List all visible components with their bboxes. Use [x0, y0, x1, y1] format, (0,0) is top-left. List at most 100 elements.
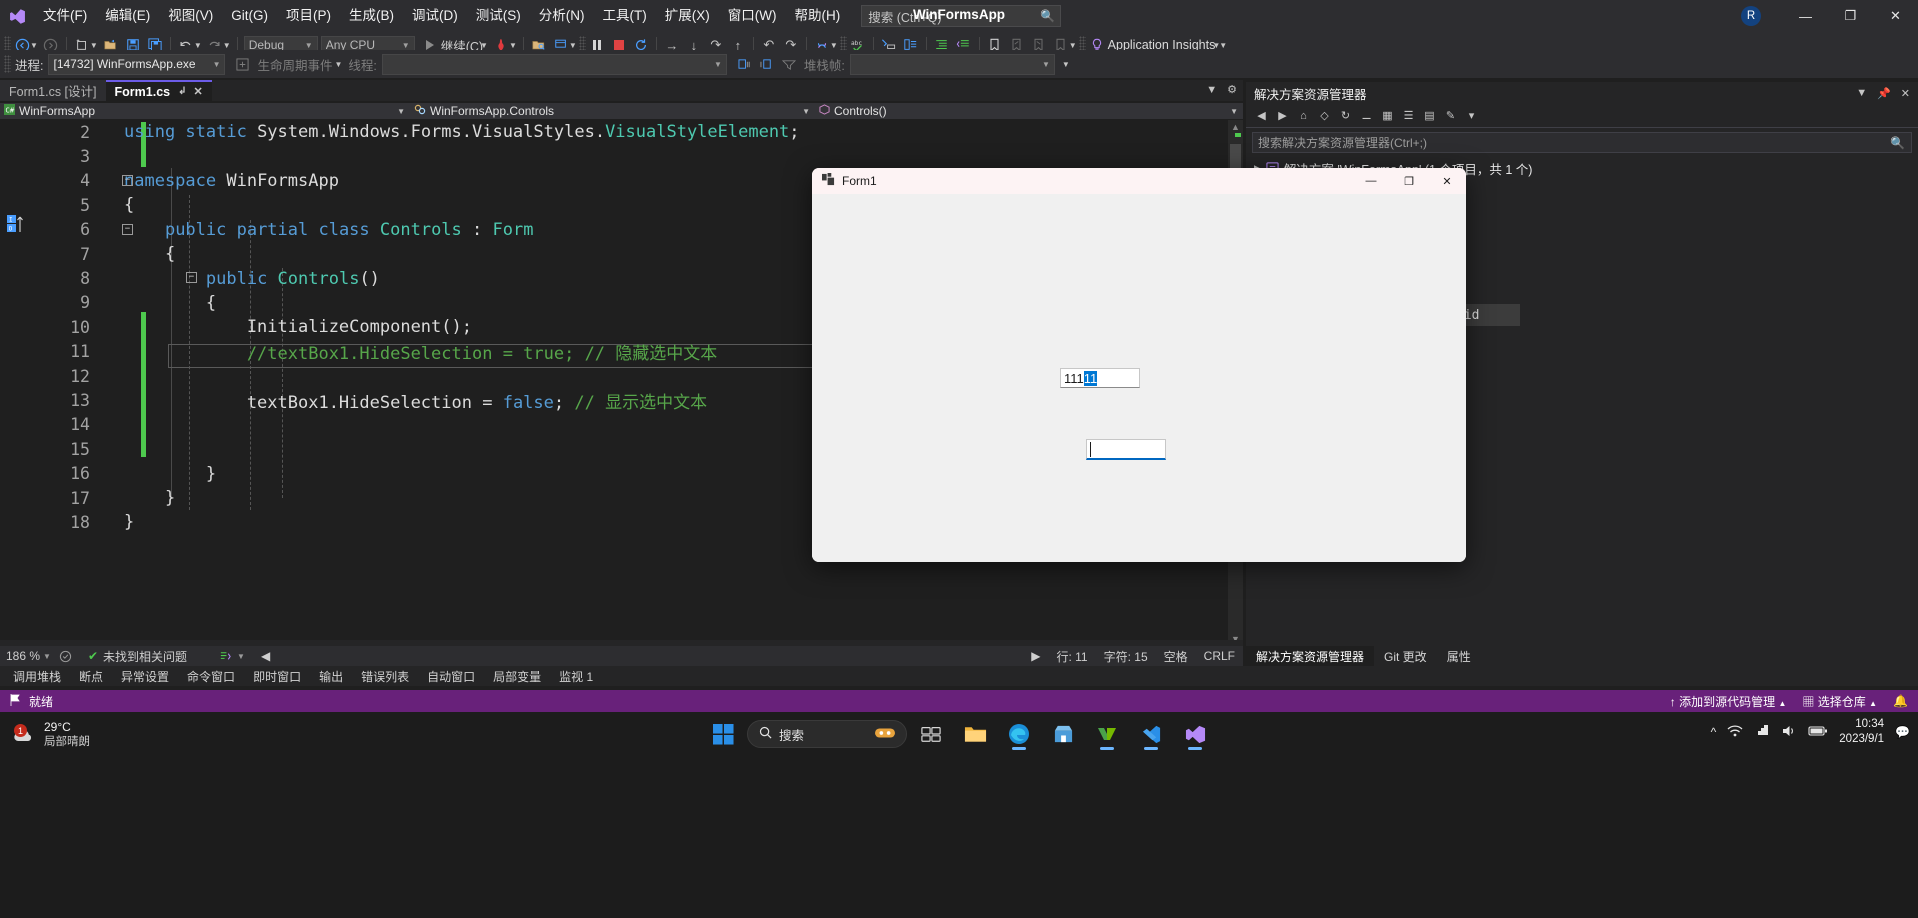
- glyph-margin[interactable]: I O: [0, 120, 34, 646]
- toolbar-overflow-icon[interactable]: ▼: [1219, 41, 1227, 50]
- avatar[interactable]: R: [1741, 6, 1761, 26]
- panel-tab-error-list[interactable]: 错误列表: [352, 666, 418, 687]
- pin-icon[interactable]: 📌: [1877, 87, 1891, 100]
- stack-frame-next-icon[interactable]: [734, 53, 756, 75]
- edge-button[interactable]: [999, 716, 1039, 752]
- menu-git[interactable]: Git(G): [222, 4, 277, 28]
- task-view-button[interactable]: [911, 716, 951, 752]
- taskbar-search-input[interactable]: 搜索: [747, 720, 907, 748]
- footer-tab-solution-explorer[interactable]: 解决方案资源管理器: [1246, 646, 1375, 666]
- tray-expand-icon[interactable]: ^: [1711, 725, 1717, 739]
- menu-file[interactable]: 文件(F): [34, 4, 96, 28]
- wifi-icon[interactable]: [1727, 724, 1743, 741]
- visual-studio-button[interactable]: [1175, 716, 1215, 752]
- home-icon[interactable]: ⌂: [1294, 106, 1313, 125]
- panel-tab-locals[interactable]: 局部变量: [484, 666, 550, 687]
- navbar-project-select[interactable]: C# WinFormsApp ▼: [0, 103, 410, 119]
- chevron-down-icon[interactable]: ▼: [1856, 87, 1867, 100]
- hot-reload-dropdown-icon[interactable]: ▼: [509, 41, 517, 50]
- bookmark-dropdown-icon[interactable]: ▼: [1069, 41, 1077, 50]
- view-select-icon[interactable]: ▤: [1420, 106, 1439, 125]
- volume-icon[interactable]: [1781, 724, 1797, 741]
- menu-tools[interactable]: 工具(T): [594, 4, 656, 28]
- show-all-files-icon[interactable]: ▦: [1378, 106, 1397, 125]
- panel-tab-autos[interactable]: 自动窗口: [418, 666, 484, 687]
- issue-navigation-icon[interactable]: [51, 650, 80, 663]
- menu-edit[interactable]: 编辑(E): [96, 4, 159, 28]
- continue-dropdown-icon[interactable]: ▼: [480, 41, 488, 50]
- panel-tab-output[interactable]: 输出: [310, 666, 352, 687]
- intellicode-dropdown-icon[interactable]: ▼: [830, 41, 838, 50]
- form1-close-button[interactable]: ✕: [1428, 168, 1466, 194]
- network-icon[interactable]: [1754, 724, 1770, 741]
- form1-title-bar[interactable]: Form1 — ❐ ✕: [812, 168, 1466, 194]
- notifications-icon[interactable]: 🔔: [1893, 694, 1908, 708]
- layout-dropdown-icon[interactable]: ▼: [569, 41, 577, 50]
- footer-tab-git-changes[interactable]: Git 更改: [1374, 646, 1437, 666]
- tab-form1-designer[interactable]: Form1.cs [设计]: [0, 80, 106, 101]
- menu-window[interactable]: 窗口(W): [719, 4, 786, 28]
- debug-toolbar-overflow-icon[interactable]: ▼: [1062, 60, 1070, 69]
- fold-toggle-icon[interactable]: −: [122, 223, 133, 235]
- stack-frame-filter-icon[interactable]: [778, 53, 800, 75]
- menu-analyze[interactable]: 分析(N): [530, 4, 594, 28]
- code-line-2[interactable]: 2 using static System.Windows.Forms.Visu…: [34, 120, 1243, 144]
- lifecycle-events-label[interactable]: 生命周期事件: [257, 55, 332, 74]
- pin-icon[interactable]: ↲: [178, 86, 186, 97]
- stack-frame-prev-icon[interactable]: [756, 53, 778, 75]
- close-icon[interactable]: ✕: [194, 85, 203, 98]
- start-button[interactable]: [703, 716, 743, 752]
- panel-tab-exception-settings[interactable]: 异常设置: [112, 666, 178, 687]
- form1-minimize-button[interactable]: —: [1352, 168, 1390, 194]
- battery-icon[interactable]: [1808, 725, 1828, 740]
- preview-selected-icon[interactable]: ✎: [1441, 106, 1460, 125]
- inheritance-margin-icon[interactable]: I O: [6, 214, 26, 234]
- nvidia-button[interactable]: [1087, 716, 1127, 752]
- minimize-button[interactable]: —: [1783, 0, 1828, 32]
- collapse-all-icon[interactable]: ⚊: [1357, 106, 1376, 125]
- weather-widget[interactable]: 1 29°C 局部晴朗: [10, 720, 90, 750]
- tab-form1-code[interactable]: Form1.cs ↲ ✕: [105, 80, 212, 101]
- menu-project[interactable]: 项目(P): [277, 4, 340, 28]
- menu-debug[interactable]: 调试(D): [403, 4, 467, 28]
- pending-changes-icon[interactable]: ◇: [1315, 106, 1334, 125]
- navbar-member-select[interactable]: Controls() ▼: [815, 103, 1243, 119]
- vscode-button[interactable]: [1131, 716, 1171, 752]
- stack-frame-select[interactable]: ▼: [849, 53, 1055, 75]
- form1-window[interactable]: Form1 — ❐ ✕ 111 11: [812, 168, 1466, 562]
- fold-toggle-icon[interactable]: −: [122, 174, 133, 186]
- form1-maximize-button[interactable]: ❐: [1390, 168, 1428, 194]
- solution-explorer-search-input[interactable]: 搜索解决方案资源管理器(Ctrl+;) 🔍: [1252, 132, 1912, 153]
- menu-help[interactable]: 帮助(H): [785, 4, 849, 28]
- filter-icon[interactable]: ▾: [1462, 106, 1481, 125]
- process-select[interactable]: [14732] WinFormsApp.exe ▼: [48, 53, 226, 75]
- store-button[interactable]: [1043, 716, 1083, 752]
- taskbar-clock[interactable]: 10:34 2023/9/1: [1839, 717, 1884, 747]
- lifecycle-events-icon[interactable]: [231, 53, 253, 75]
- refresh-icon[interactable]: ↻: [1336, 106, 1355, 125]
- chevron-down-icon[interactable]: ▼: [1206, 84, 1217, 96]
- ide-settings-icon[interactable]: ▼: [211, 650, 253, 663]
- copilot-icon[interactable]: [875, 726, 895, 743]
- textbox1[interactable]: 111 11: [1060, 368, 1140, 388]
- back-icon[interactable]: ◀: [1252, 106, 1271, 125]
- close-icon[interactable]: ✕: [1901, 87, 1910, 100]
- lifecycle-dropdown-icon[interactable]: ▼: [335, 60, 343, 69]
- line-ending-indicator[interactable]: CRLF: [1196, 649, 1243, 663]
- next-change-icon[interactable]: ▶: [1023, 649, 1048, 663]
- menu-extensions[interactable]: 扩展(X): [656, 4, 719, 28]
- gear-icon[interactable]: ⚙: [1227, 83, 1237, 96]
- scroll-up-icon[interactable]: ▲: [1231, 122, 1240, 132]
- back-dropdown-icon[interactable]: ▼: [30, 41, 38, 50]
- fold-toggle-icon[interactable]: −: [186, 272, 197, 284]
- properties-icon[interactable]: ☰: [1399, 106, 1418, 125]
- debug-toolbar-grip[interactable]: [4, 55, 11, 73]
- indentation-indicator[interactable]: 空格: [1156, 648, 1196, 665]
- redo-dropdown-icon[interactable]: ▼: [223, 41, 231, 50]
- status-badge[interactable]: ✔ 未找到相关问题: [80, 648, 195, 665]
- prev-change-icon[interactable]: ◀: [253, 649, 278, 663]
- textbox2[interactable]: [1086, 439, 1166, 460]
- forward-icon[interactable]: ▶: [1273, 106, 1292, 125]
- select-repository[interactable]: ▦ 选择仓库 ▲: [1802, 693, 1877, 710]
- panel-tab-breakpoints[interactable]: 断点: [70, 666, 112, 687]
